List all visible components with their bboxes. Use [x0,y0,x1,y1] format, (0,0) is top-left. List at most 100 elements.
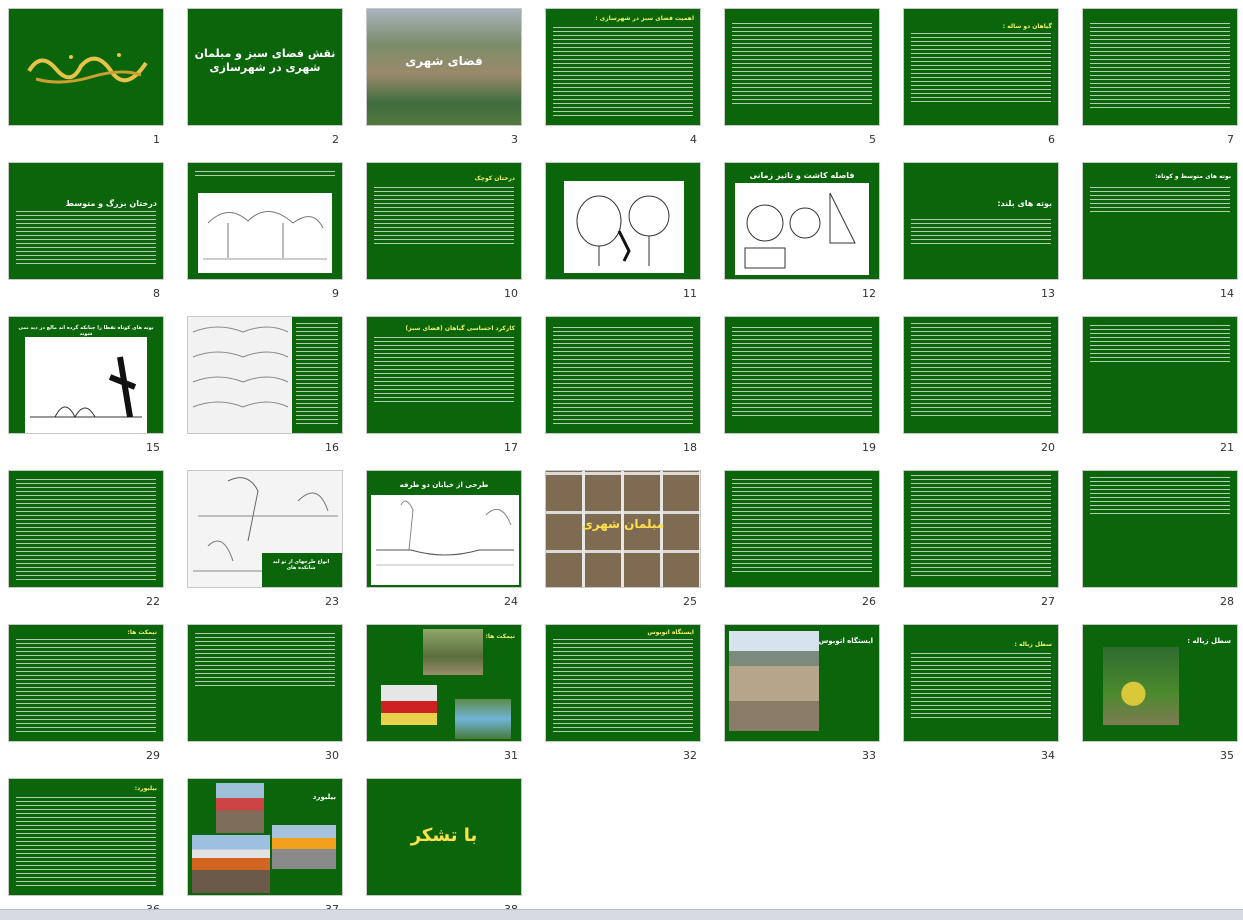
body-text [553,327,693,427]
body-text [16,479,156,581]
slide-number: 21 [1220,441,1234,454]
slide-number: 13 [1041,287,1055,300]
shrub-sketch [25,337,147,433]
billboard-photo-1 [216,783,264,833]
slide-thumbnail-31[interactable]: نیمکت ها: [366,624,522,742]
body-text [16,639,156,735]
slide-thumbnail-26[interactable] [724,470,880,588]
slide-number: 25 [683,595,697,608]
slide-number: 14 [1220,287,1234,300]
slide-number: 11 [683,287,697,300]
body-text [911,33,1051,103]
hedge-diagram [188,317,292,433]
slide-thumbnail-32[interactable]: ایستگاه اتوبوس [545,624,701,742]
slide-number: 4 [690,133,697,146]
slide-title: بوته های کوتاه تقطا را چنانکه گرده اند م… [18,325,154,337]
slide-sorter-view: 1 نقش فضای سبز و مبلمان شهری در شهرسازی … [0,0,1243,916]
red-bench-photo [381,685,437,725]
slide-thumbnail-24[interactable]: طرحی از خیابان دو طرفه [366,470,522,588]
slide-thumbnail-10[interactable]: درختان کوچک [366,162,522,280]
slide-thumbnail-8[interactable]: درختان بزرگ و متوسط [8,162,164,280]
body-text [911,323,1051,417]
slide-number: 27 [1041,595,1055,608]
body-text [553,639,693,735]
slide-number: 32 [683,749,697,762]
body-text [911,219,1051,245]
slide-number: 10 [504,287,518,300]
slide-number: 12 [862,287,876,300]
slide-thumbnail-25[interactable]: مبلمان شهری [545,470,701,588]
slide-thumbnail-29[interactable]: نیمکت ها: [8,624,164,742]
slide-thumbnail-19[interactable] [724,316,880,434]
body-text [374,337,514,405]
blue-bench-photo [455,699,511,739]
slide-thumbnail-37[interactable]: بیلبورد [187,778,343,896]
body-text [16,211,156,267]
body-text [732,479,872,575]
slide-thumbnail-22[interactable] [8,470,164,588]
slide-thumbnail-34[interactable]: سطل زباله : [903,624,1059,742]
slide-thumbnail-17[interactable]: کارکرد احساسی گیاهان (فضای سبز) [366,316,522,434]
planting-diagram [735,183,869,275]
slide-thumbnail-28[interactable] [1082,470,1238,588]
slide-thumbnail-5[interactable] [724,8,880,126]
slide-thumbnail-18[interactable] [545,316,701,434]
slide-thumbnail-16[interactable] [187,316,343,434]
slide-thumbnail-12[interactable]: فاصله کاشت و تاثیر زمانی [724,162,880,280]
slide-thumbnail-11[interactable] [545,162,701,280]
slide-thumbnail-9[interactable] [187,162,343,280]
slide-title: بوته های متوسط و کوتاه: [1155,173,1231,180]
slide-title: با تشکر [410,825,478,846]
slide-title: ایستگاه اتوبوس [647,629,694,636]
body-text [553,27,693,119]
slide-thumbnail-27[interactable] [903,470,1059,588]
slide-number: 9 [332,287,339,300]
slide-thumbnail-1[interactable] [8,8,164,126]
slide-thumbnail-35[interactable]: سطل زباله : [1082,624,1238,742]
billboard-photo-2 [272,825,336,869]
slide-thumbnail-15[interactable]: بوته های کوتاه تقطا را چنانکه گرده اند م… [8,316,164,434]
slide-title: سطل زباله : [1014,641,1052,648]
trash-bin-photo [1103,647,1179,725]
two-way-street-diagram [371,495,519,585]
slide-thumbnail-6[interactable]: گیاهان دو ساله : [903,8,1059,126]
slide-thumbnail-14[interactable]: بوته های متوسط و کوتاه: [1082,162,1238,280]
slide-title: درختان کوچک [474,175,516,182]
slide-thumbnail-7[interactable] [1082,8,1238,126]
tree-diagram [198,193,332,273]
body-text [732,23,872,105]
slide-thumbnail-4[interactable]: اهمیت فضای سبز در شهرسازی : [545,8,701,126]
slide-thumbnail-20[interactable] [903,316,1059,434]
body-text [911,475,1051,577]
body-text [1090,23,1230,109]
slide-number: 20 [1041,441,1055,454]
slide-title: نقش فضای سبز و مبلمان شهری در شهرسازی [194,47,336,74]
slide-number: 26 [862,595,876,608]
slide-thumbnail-13[interactable]: بوته های بلند: [903,162,1059,280]
body-text [911,653,1051,719]
slide-thumbnail-30[interactable] [187,624,343,742]
slide-number: 2 [332,133,339,146]
billboard-photo-3 [192,835,270,893]
slide-title: فضای شهری [405,54,483,68]
slide-title: مبلمان شهری [581,517,665,531]
slide-thumbnail-3[interactable]: فضای شهری [366,8,522,126]
tree-sketch [564,181,684,273]
slide-number: 17 [504,441,518,454]
slide-number: 34 [1041,749,1055,762]
slide-thumbnail-36[interactable]: بیلبورد: [8,778,164,896]
body-text [1090,477,1230,517]
slide-thumbnail-21[interactable] [1082,316,1238,434]
slide-thumbnail-38[interactable]: با تشکر [366,778,522,896]
slide-number: 28 [1220,595,1234,608]
slide-title: بیلبورد: [134,785,157,792]
slide-number: 5 [869,133,876,146]
slide-thumbnail-2[interactable]: نقش فضای سبز و مبلمان شهری در شهرسازی [187,8,343,126]
slide-thumbnail-33[interactable]: ایستگاه اتوبوس: [724,624,880,742]
slide-number: 24 [504,595,518,608]
body-text [1090,325,1230,363]
slide-number: 33 [862,749,876,762]
slide-thumbnail-23[interactable]: انواع طرحهای از تو لید شاتکده های [187,470,343,588]
status-bar [0,909,1243,920]
body-text [195,171,335,179]
